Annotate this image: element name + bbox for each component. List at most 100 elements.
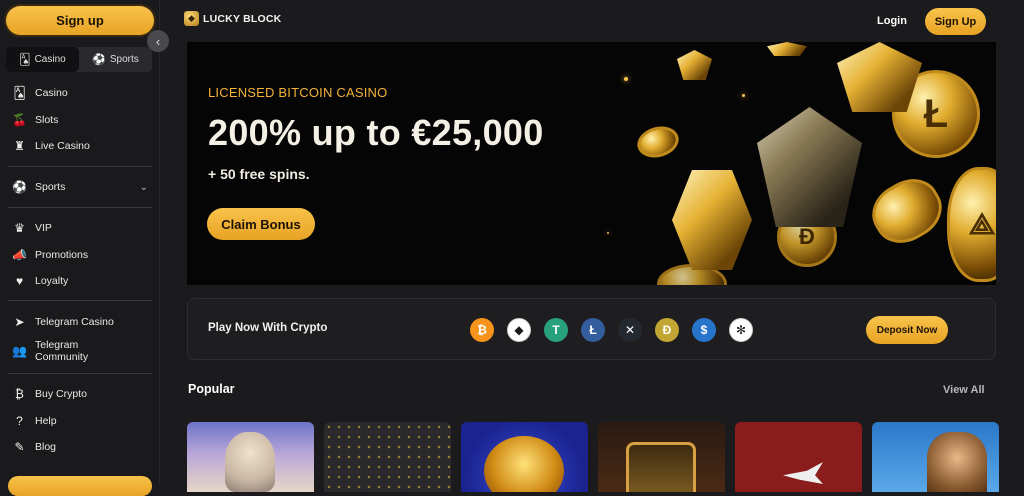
sidebar-item-label: Telegram Community [35, 339, 89, 363]
litecoin-icon[interactable]: Ł [581, 318, 605, 342]
tab-casino-label: Casino [34, 54, 66, 65]
cards-icon: 🂡 [13, 86, 26, 101]
cardano-icon[interactable]: ✻ [729, 318, 753, 342]
header-signup-button[interactable]: Sign Up [925, 8, 986, 35]
sidebar-item-promotions[interactable]: 📣 Promotions [0, 242, 160, 269]
sidebar-item-loyalty[interactable]: ♥ Loyalty [0, 268, 160, 295]
game-tile-temple[interactable] [598, 422, 725, 492]
dogecoin-icon[interactable]: Ð [655, 318, 679, 342]
logo-icon: ◆ [184, 11, 199, 26]
ball-icon: ⚽ [12, 180, 27, 195]
sidebar-bottom-button[interactable] [8, 476, 152, 496]
lion-figure [484, 436, 564, 492]
bitcoin-icon[interactable]: ₿ [470, 318, 494, 342]
nav-promo-group: ♛ VIP 📣 Promotions ♥ Loyalty [0, 215, 160, 295]
game-tile-dark-pattern[interactable] [324, 422, 451, 492]
hero-kicker: LICENSED BITCOIN CASINO [208, 85, 388, 100]
top-bar: ◆ LUCKY BLOCK Login Sign Up [160, 0, 1024, 42]
gem-art [677, 50, 712, 80]
sidebar-collapse-button[interactable]: ‹ [147, 30, 169, 52]
coin-art: ⟁ [947, 167, 996, 282]
divider [8, 166, 152, 167]
help-icon: ? [16, 413, 23, 428]
sidebar-item-label: VIP [35, 222, 52, 235]
sidebar-item-label: Slots [35, 113, 59, 126]
megaphone-icon: 📣 [12, 247, 27, 262]
bitcoin-icon: ₿ [15, 387, 24, 402]
sidebar-item-telegram-community[interactable]: 👥 Telegram Community [0, 336, 160, 368]
gem-art [837, 42, 922, 112]
tab-sports[interactable]: ⚽ Sports [79, 47, 152, 72]
sidebar: Sign up 🂡 Casino ⚽ Sports 🂡 Casino 🍒 Slo… [0, 0, 160, 496]
sidebar-item-label: Live Casino [35, 140, 90, 153]
login-link[interactable]: Login [877, 15, 907, 27]
cowboy-figure [927, 432, 987, 492]
sidebar-item-label: Buy Crypto [35, 388, 87, 401]
crown-icon: ♛ [14, 221, 25, 236]
sparkle [607, 232, 609, 234]
gem-art [672, 170, 752, 270]
popular-games-row [187, 422, 999, 492]
brand-logo[interactable]: ◆ LUCKY BLOCK [184, 11, 281, 26]
plane-figure [783, 462, 823, 484]
chevron-down-icon: ⌄ [139, 181, 148, 193]
deposit-now-button[interactable]: Deposit Now [866, 316, 948, 344]
sidebar-item-label: Loyalty [35, 275, 69, 288]
crypto-icon-list: ₿ ◆ T Ł ✕ Ð $ ✻ [470, 318, 753, 342]
hero-title: 200% up to €25,000 [208, 112, 544, 153]
game-tile-red-plane[interactable] [735, 422, 862, 492]
sidebar-item-blog[interactable]: ✎ Blog [0, 434, 160, 461]
hero-banner: Ł ⟁ Ð LICENSED BITCOIN CASINO 200% up to… [187, 42, 996, 285]
sidebar-item-label: Sports [35, 181, 66, 194]
sidebar-signup-button[interactable]: Sign up [6, 6, 154, 35]
sidebar-item-label: Blog [35, 441, 57, 454]
divider [8, 207, 152, 208]
view-all-link[interactable]: View All [943, 384, 985, 396]
sidebar-item-label: Help [35, 414, 57, 427]
cards-icon: 🂡 [19, 54, 31, 66]
tab-casino[interactable]: 🂡 Casino [6, 47, 79, 72]
coin-art [862, 168, 952, 254]
sidebar-item-help[interactable]: ? Help [0, 408, 160, 435]
sidebar-item-label: Promotions [35, 248, 89, 261]
chevron-left-icon: ‹ [155, 33, 161, 49]
divider [8, 300, 152, 301]
xrp-icon[interactable]: ✕ [618, 318, 642, 342]
sparkle [624, 77, 628, 81]
brand-name: LUCKY BLOCK [203, 12, 282, 25]
game-tile-zeus[interactable] [187, 422, 314, 492]
gem-art [767, 42, 807, 56]
sparkle [742, 94, 745, 97]
nav-community-group: ➤ Telegram Casino 👥 Telegram Community [0, 309, 160, 368]
sidebar-item-slots[interactable]: 🍒 Slots [0, 107, 160, 134]
sidebar-item-label: Casino [35, 87, 68, 100]
blog-icon: ✎ [14, 440, 25, 455]
sidebar-item-telegram-casino[interactable]: ➤ Telegram Casino [0, 309, 160, 336]
sidebar-tabs: 🂡 Casino ⚽ Sports [6, 47, 152, 72]
tether-icon[interactable]: T [544, 318, 568, 342]
gem-art [757, 107, 862, 227]
sidebar-item-casino[interactable]: 🂡 Casino [0, 80, 160, 107]
people-icon: 👥 [12, 344, 27, 359]
nav-sports-group: ⚽ Sports ⌄ [0, 174, 160, 201]
dot-pattern [324, 422, 451, 492]
ethereum-icon[interactable]: ◆ [507, 318, 531, 342]
sidebar-item-vip[interactable]: ♛ VIP [0, 215, 160, 242]
sidebar-item-sports[interactable]: ⚽ Sports ⌄ [0, 174, 160, 201]
tab-sports-label: Sports [109, 54, 139, 65]
divider [8, 373, 152, 374]
nav-casino-group: 🂡 Casino 🍒 Slots ♜ Live Casino [0, 80, 160, 160]
game-tile-cowboy[interactable] [872, 422, 999, 492]
claim-bonus-button[interactable]: Claim Bonus [207, 208, 315, 240]
heart-hand-icon: ♥ [15, 274, 24, 289]
dealer-icon: ♜ [14, 139, 25, 154]
nav-help-group: ₿ Buy Crypto ? Help ✎ Blog [0, 381, 160, 461]
ball-icon: ⚽ [92, 54, 106, 66]
sidebar-item-live-casino[interactable]: ♜ Live Casino [0, 133, 160, 160]
sidebar-item-buy-crypto[interactable]: ₿ Buy Crypto [0, 381, 160, 408]
sidebar-item-label: Telegram Casino [35, 316, 114, 329]
game-tile-golden-lion[interactable] [461, 422, 588, 492]
usdc-icon[interactable]: $ [692, 318, 716, 342]
cherry-icon: 🍒 [12, 112, 27, 127]
popular-heading: Popular [188, 382, 235, 396]
